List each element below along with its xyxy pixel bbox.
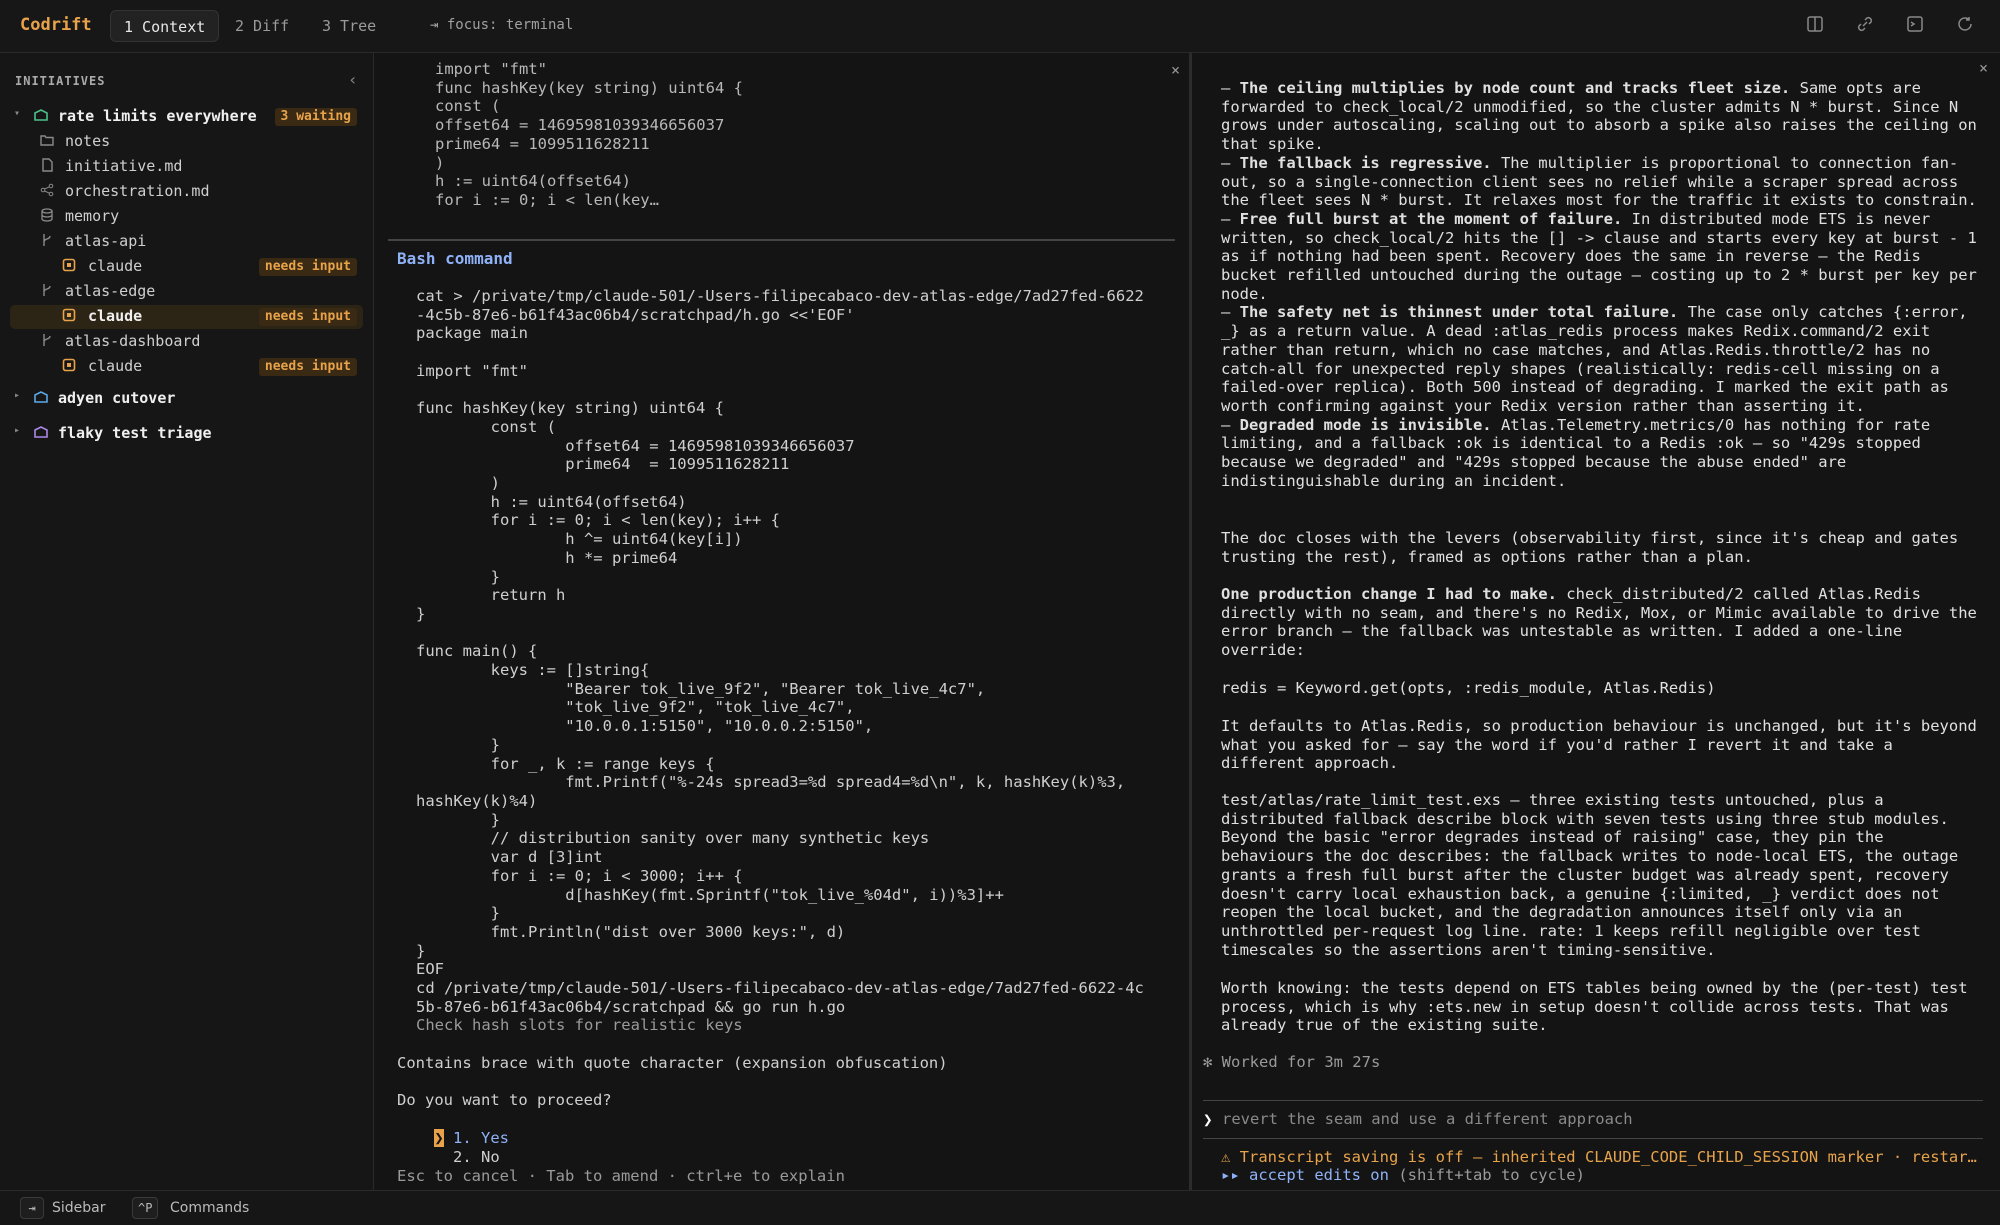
option-no-label: 2. No (453, 1147, 500, 1166)
findings-list: – The ceiling multiplies by node count a… (1221, 79, 1987, 490)
tree-item-atlas-dashboard[interactable]: atlas-dashboard (10, 330, 363, 354)
tree-item-label: claude (88, 307, 143, 325)
tab-tree[interactable]: 3 Tree (309, 10, 389, 42)
conversation-pane: × – The ceiling multiplies by node count… (1195, 53, 2000, 1190)
commands-shortcut-label[interactable]: Commands (170, 1200, 249, 1216)
branch-icon (38, 282, 56, 300)
session-claude-atlas-dashboard[interactable]: claude needs input (10, 355, 363, 379)
needs-input-badge: needs input (258, 358, 357, 376)
accept-edits-status[interactable]: ▸▸ accept edits on (shift+tab to cycle) (1221, 1166, 1585, 1184)
refresh-icon[interactable] (1954, 15, 1976, 37)
collapse-sidebar-icon[interactable]: ‹ (348, 70, 358, 89)
change-head: One production change I had to make. (1221, 585, 1557, 603)
tree-item-label: initiative.md (65, 157, 183, 175)
code-preview: import "fmt" func hashKey(key string) ui… (435, 60, 743, 209)
tree-item-label: atlas-edge (65, 282, 156, 300)
tests-paragraph: test/atlas/rate_limit_test.exs — three e… (1221, 791, 1968, 959)
accept-edits-hint: (shift+tab to cycle) (1388, 1166, 1585, 1184)
tree-item-label: orchestration.md (65, 182, 210, 200)
stack-icon (32, 389, 50, 407)
worked-duration: ✻ Worked for 3m 27s (1203, 1053, 1381, 1071)
footer-hints: Esc to cancel · Tab to amend · ctrl+e to… (397, 1167, 845, 1185)
code-line: redis = Keyword.get(opts, :redis_module,… (1221, 679, 1716, 697)
change-paragraph: One production change I had to make. che… (1221, 585, 1986, 660)
command-description: Check hash slots for realistic keys (416, 1016, 743, 1034)
claude-icon (60, 307, 78, 325)
tree-item-initiative-md[interactable]: initiative.md (10, 155, 363, 179)
warning-text: Contains brace with quote character (exp… (397, 1054, 948, 1072)
finding-head: The fallback is regressive. (1239, 153, 1492, 172)
tree-item-label: atlas-dashboard (65, 332, 201, 350)
tree-item-notes[interactable]: notes (10, 130, 363, 154)
needs-input-badge: needs input (258, 308, 357, 326)
finding-head: The safety net is thinnest under total f… (1239, 303, 1679, 322)
focus-indicator: ⇥ focus: terminal (430, 17, 574, 33)
commands-shortcut-key: ^P (132, 1197, 159, 1219)
tree-item-label: claude (88, 357, 143, 375)
finding-head: The ceiling multiplies by node count and… (1239, 79, 1791, 97)
tree-item-atlas-edge[interactable]: atlas-edge (10, 280, 363, 304)
top-bar: Codrift 1 Context 2 Diff 3 Tree ⇥ focus:… (0, 0, 2000, 53)
defaults-paragraph: It defaults to Atlas.Redis, so productio… (1221, 717, 1987, 773)
tree-item-label: notes (65, 132, 111, 150)
bottom-bar: ⇥ Sidebar ^P Commands (0, 1190, 2000, 1225)
bash-command-text: cat > /private/tmp/claude-501/-Users-fil… (416, 287, 1144, 1016)
tree-item-orchestration-md[interactable]: orchestration.md (10, 180, 363, 204)
file-icon (38, 157, 56, 175)
tree-item-label: atlas-api (65, 232, 147, 250)
chevron-down-icon[interactable]: ▾ (14, 108, 20, 119)
tab-context[interactable]: 1 Context (110, 10, 220, 42)
tree-item-memory[interactable]: memory (10, 205, 363, 229)
prompt-caret-icon: ❯ (1203, 1110, 1213, 1129)
sidebar-shortcut-label[interactable]: Sidebar (52, 1200, 106, 1216)
divider (1203, 1100, 1983, 1101)
initiative-rate-limits[interactable]: ▾ rate limits everywhere 3 waiting (10, 105, 363, 129)
close-icon[interactable]: × (1979, 59, 1988, 77)
split-view-icon[interactable] (1804, 15, 1826, 37)
waiting-badge: 3 waiting (274, 108, 357, 126)
divider (1203, 1138, 1983, 1139)
stack-icon (32, 107, 50, 125)
initiative-label: adyen cutover (58, 389, 176, 407)
accept-edits-label: ▸▸ accept edits on (1221, 1166, 1389, 1184)
session-claude-atlas-api[interactable]: claude needs input (10, 255, 363, 279)
claude-icon (60, 257, 78, 275)
claude-icon (60, 357, 78, 375)
link-icon[interactable] (1854, 15, 1876, 37)
needs-input-badge: needs input (258, 258, 357, 276)
bash-command-title: Bash command (397, 249, 513, 268)
transcript-warning: ⚠ Transcript saving is off — inherited C… (1221, 1148, 1977, 1166)
branch-icon (38, 332, 56, 350)
folder-icon (38, 132, 56, 150)
stack-icon (32, 424, 50, 442)
tree-item-label: memory (65, 207, 120, 225)
tab-diff[interactable]: 2 Diff (222, 10, 302, 42)
worth-knowing-paragraph: Worth knowing: the tests depend on ETS t… (1221, 979, 1977, 1035)
sidebar-title: INITIATIVES (15, 74, 106, 88)
initiative-adyen-cutover[interactable]: ▸ adyen cutover (10, 387, 363, 411)
tree-item-atlas-api[interactable]: atlas-api (10, 230, 363, 254)
initiative-flaky-test-triage[interactable]: ▸ flaky test triage (10, 422, 363, 446)
chevron-right-icon[interactable]: ▸ (14, 390, 20, 401)
divider (388, 239, 1175, 241)
levers-paragraph: The doc closes with the levers (observab… (1221, 529, 1968, 566)
tree-item-label: claude (88, 257, 143, 275)
branch-icon (38, 232, 56, 250)
terminal-pane: × import "fmt" func hashKey(key string) … (375, 53, 1192, 1190)
sidebar-shortcut-key: ⇥ (20, 1197, 44, 1219)
share-icon (38, 182, 56, 200)
initiative-label: rate limits everywhere (58, 107, 257, 125)
finding-head: Free full burst at the moment of failure… (1239, 209, 1623, 228)
chevron-right-icon[interactable]: ▸ (14, 425, 20, 436)
app-name: Codrift (20, 15, 92, 35)
terminal-icon[interactable] (1904, 15, 1926, 37)
initiative-label: flaky test triage (58, 424, 212, 442)
sidebar: INITIATIVES ‹ ▾ rate limits everywhere 3… (0, 53, 374, 1190)
proceed-question: Do you want to proceed? (397, 1091, 612, 1109)
prompt-input[interactable] (1222, 1107, 1982, 1131)
close-icon[interactable]: × (1171, 61, 1180, 79)
finding-head: Degraded mode is invisible. (1239, 415, 1492, 434)
session-claude-atlas-edge[interactable]: claude needs input (10, 305, 363, 329)
database-icon (38, 207, 56, 225)
